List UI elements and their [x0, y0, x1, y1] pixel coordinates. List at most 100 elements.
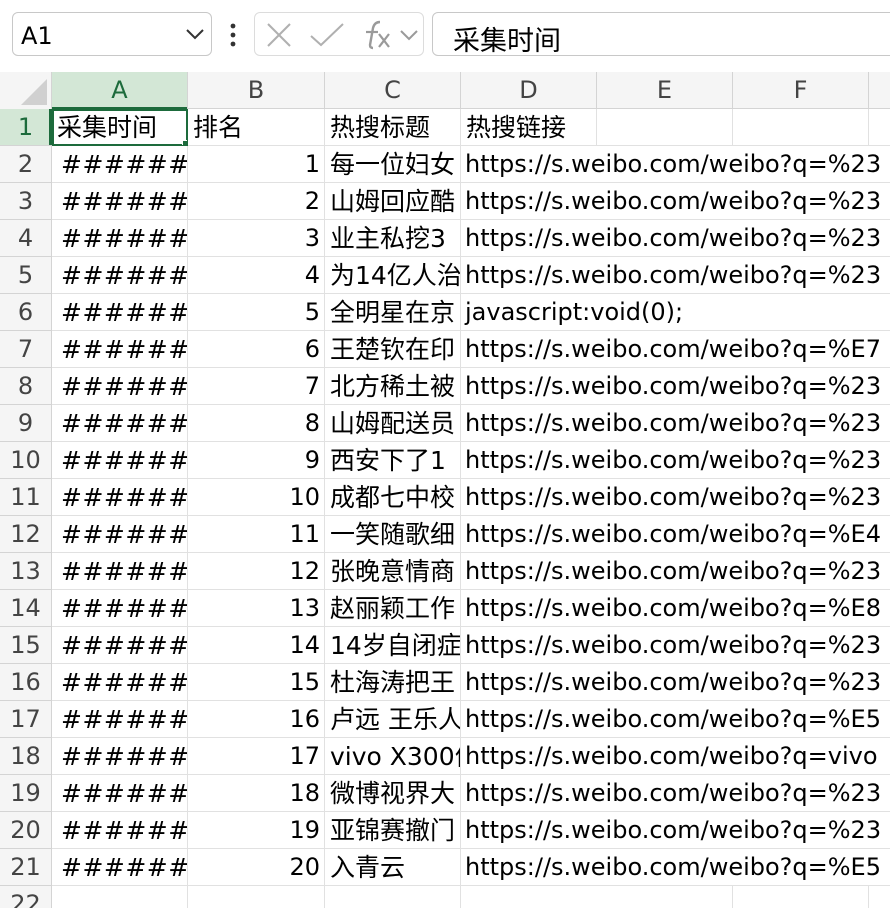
- cell-a[interactable]: #######: [52, 220, 188, 257]
- cell-d[interactable]: https://s.weibo.com/weibo?q=%E7: [461, 331, 890, 368]
- chevron-down-icon[interactable]: [399, 28, 419, 42]
- cell-b[interactable]: 13: [188, 590, 325, 627]
- cell-b[interactable]: 11: [188, 516, 325, 553]
- cell-b[interactable]: 4: [188, 257, 325, 294]
- cell-a[interactable]: #######: [52, 590, 188, 627]
- cell-d[interactable]: https://s.weibo.com/weibo?q=%23: [461, 479, 890, 516]
- cell-a[interactable]: #######: [52, 331, 188, 368]
- cell-d[interactable]: https://s.weibo.com/weibo?q=%23: [461, 664, 890, 701]
- cell-b[interactable]: 12: [188, 553, 325, 590]
- name-box[interactable]: A1: [12, 12, 212, 56]
- cell-b[interactable]: 1: [188, 146, 325, 183]
- cell-d[interactable]: https://s.weibo.com/weibo?q=%E5: [461, 849, 890, 886]
- cell-b[interactable]: 14: [188, 627, 325, 664]
- cell-b[interactable]: 7: [188, 368, 325, 405]
- cell-d[interactable]: https://s.weibo.com/weibo?q=%23: [461, 220, 890, 257]
- cell-d[interactable]: 热搜链接: [461, 109, 597, 146]
- cell-d[interactable]: https://s.weibo.com/weibo?q=%23: [461, 812, 890, 849]
- cell-b[interactable]: 2: [188, 183, 325, 220]
- cell-b[interactable]: 19: [188, 812, 325, 849]
- cell-a[interactable]: #######: [52, 553, 188, 590]
- cell-c[interactable]: 热搜标题: [325, 109, 461, 146]
- cell-a[interactable]: #######: [52, 701, 188, 738]
- row-header[interactable]: 22: [0, 886, 52, 908]
- cell-c[interactable]: 微博视界大: [325, 775, 461, 812]
- cell-a[interactable]: #######: [52, 738, 188, 775]
- cell-c[interactable]: 一笑随歌细: [325, 516, 461, 553]
- cell-a[interactable]: #######: [52, 627, 188, 664]
- cell-c[interactable]: 为14亿人治: [325, 257, 461, 294]
- cell-c[interactable]: 业主私挖3: [325, 220, 461, 257]
- cell-b[interactable]: 16: [188, 701, 325, 738]
- cell-a[interactable]: #######: [52, 479, 188, 516]
- cell-d[interactable]: https://s.weibo.com/weibo?q=%23: [461, 442, 890, 479]
- cell-c[interactable]: 赵丽颖工作: [325, 590, 461, 627]
- cell-d[interactable]: [461, 886, 890, 908]
- cell-d[interactable]: https://s.weibo.com/weibo?q=%23: [461, 405, 890, 442]
- cell-a[interactable]: #######: [52, 294, 188, 331]
- cell-a[interactable]: #######: [52, 257, 188, 294]
- cell-c[interactable]: 入青云: [325, 849, 461, 886]
- row-header[interactable]: 13: [0, 553, 52, 590]
- column-header-b[interactable]: B: [188, 72, 325, 109]
- cell-d[interactable]: https://s.weibo.com/weibo?q=vivo: [461, 738, 890, 775]
- cell-c[interactable]: 成都七中校: [325, 479, 461, 516]
- cell-c[interactable]: 山姆回应酷: [325, 183, 461, 220]
- cell-c[interactable]: [325, 886, 461, 908]
- cell-c[interactable]: 全明星在京: [325, 294, 461, 331]
- cell-d[interactable]: https://s.weibo.com/weibo?q=%23: [461, 553, 890, 590]
- cell-a[interactable]: #######: [52, 812, 188, 849]
- cell-d[interactable]: https://s.weibo.com/weibo?q=%E5: [461, 701, 890, 738]
- cell-c[interactable]: 杜海涛把王: [325, 664, 461, 701]
- cell-d[interactable]: https://s.weibo.com/weibo?q=%23: [461, 775, 890, 812]
- row-header[interactable]: 14: [0, 590, 52, 627]
- active-cell-a1[interactable]: 采集时间: [52, 109, 188, 146]
- cell-d[interactable]: https://s.weibo.com/weibo?q=%23: [461, 627, 890, 664]
- cell-b[interactable]: 10: [188, 479, 325, 516]
- cell-b[interactable]: 15: [188, 664, 325, 701]
- row-header[interactable]: 1: [0, 109, 52, 146]
- cell-a[interactable]: #######: [52, 183, 188, 220]
- cell-c[interactable]: vivo X300价: [325, 738, 461, 775]
- cell-b[interactable]: 17: [188, 738, 325, 775]
- cell-d[interactable]: javascript:void(0);: [461, 294, 890, 331]
- check-icon[interactable]: [309, 22, 345, 48]
- row-header[interactable]: 9: [0, 405, 52, 442]
- vertical-dots-icon[interactable]: [224, 22, 242, 48]
- cell-b[interactable]: 9: [188, 442, 325, 479]
- cell-b[interactable]: 20: [188, 849, 325, 886]
- cell-c[interactable]: 王楚钦在印: [325, 331, 461, 368]
- formula-input[interactable]: 采集时间: [432, 12, 890, 57]
- row-header[interactable]: 12: [0, 516, 52, 553]
- column-header-c[interactable]: C: [325, 72, 461, 109]
- column-header-g[interactable]: [869, 72, 890, 109]
- column-header-a[interactable]: A: [52, 72, 188, 110]
- row-header[interactable]: 18: [0, 738, 52, 775]
- x-icon[interactable]: [265, 22, 293, 48]
- row-header[interactable]: 2: [0, 146, 52, 183]
- cell-b[interactable]: 排名: [188, 109, 325, 146]
- cell-d[interactable]: https://s.weibo.com/weibo?q=%23: [461, 146, 890, 183]
- row-header[interactable]: 5: [0, 257, 52, 294]
- cell-a[interactable]: #######: [52, 368, 188, 405]
- cell-c[interactable]: 张晚意情商: [325, 553, 461, 590]
- cell-b[interactable]: 18: [188, 775, 325, 812]
- cell-b[interactable]: 6: [188, 331, 325, 368]
- row-header[interactable]: 7: [0, 331, 52, 368]
- cell-c[interactable]: 卢远 王乐人: [325, 701, 461, 738]
- cell-b[interactable]: 3: [188, 220, 325, 257]
- row-header[interactable]: 20: [0, 812, 52, 849]
- row-header[interactable]: 17: [0, 701, 52, 738]
- column-header-f[interactable]: F: [733, 72, 869, 109]
- cell-a[interactable]: #######: [52, 442, 188, 479]
- chevron-down-icon[interactable]: [185, 27, 205, 41]
- row-header[interactable]: 8: [0, 368, 52, 405]
- row-header[interactable]: 21: [0, 849, 52, 886]
- cell-a[interactable]: #######: [52, 146, 188, 183]
- cell-c[interactable]: 每一位妇女: [325, 146, 461, 183]
- cell-e[interactable]: [597, 109, 733, 146]
- row-header[interactable]: 15: [0, 627, 52, 664]
- column-header-d[interactable]: D: [461, 72, 597, 109]
- select-all-corner[interactable]: [0, 72, 52, 109]
- cell-f[interactable]: [733, 109, 869, 146]
